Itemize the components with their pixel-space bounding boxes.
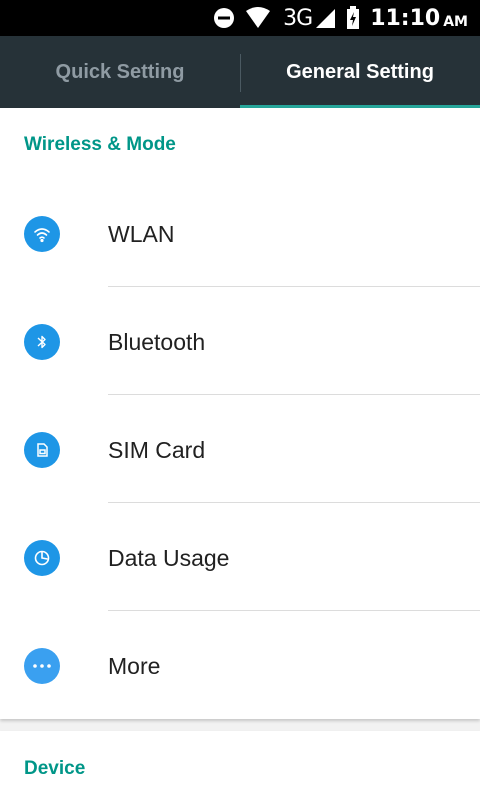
wireless-section: Wireless & Mode WLAN Bluetooth SIM Card xyxy=(0,108,480,719)
tab-quick-setting[interactable]: Quick Setting xyxy=(0,36,240,108)
settings-item-label: WLAN xyxy=(108,220,175,247)
settings-item-bluetooth[interactable]: Bluetooth xyxy=(0,288,480,396)
do-not-disturb-icon xyxy=(213,7,235,29)
status-bar: 3G 11:10 AM xyxy=(0,0,480,36)
section-title-device: Device xyxy=(24,758,86,779)
data-usage-icon xyxy=(24,540,60,576)
tab-divider xyxy=(240,54,241,92)
tab-label: Quick Setting xyxy=(55,60,185,83)
divider xyxy=(108,610,480,611)
clock-ampm: AM xyxy=(443,14,468,30)
network-type: 3G xyxy=(283,5,313,31)
tab-general-setting[interactable]: General Setting xyxy=(240,36,480,108)
more-icon xyxy=(24,648,60,684)
settings-item-label: Data Usage xyxy=(108,544,230,571)
sim-card-icon xyxy=(24,432,60,468)
bluetooth-icon xyxy=(24,324,60,360)
settings-item-more[interactable]: More xyxy=(0,612,480,720)
clock-time: 11:10 xyxy=(370,5,441,31)
section-title-wireless: Wireless & Mode xyxy=(24,134,176,155)
battery-charging-icon xyxy=(346,6,360,30)
device-section: Device xyxy=(0,731,480,800)
wifi-icon xyxy=(24,216,60,252)
settings-item-sim-card[interactable]: SIM Card xyxy=(0,396,480,504)
divider xyxy=(108,394,480,395)
settings-item-label: Bluetooth xyxy=(108,328,206,355)
settings-item-wlan[interactable]: WLAN xyxy=(0,180,480,288)
divider xyxy=(108,502,480,503)
signal-icon xyxy=(314,7,336,29)
settings-item-label: SIM Card xyxy=(108,436,206,463)
wifi-icon xyxy=(245,7,271,29)
divider xyxy=(108,286,480,287)
settings-item-label: More xyxy=(108,652,161,679)
tab-label: General Setting xyxy=(286,60,434,83)
settings-item-data-usage[interactable]: Data Usage xyxy=(0,504,480,612)
